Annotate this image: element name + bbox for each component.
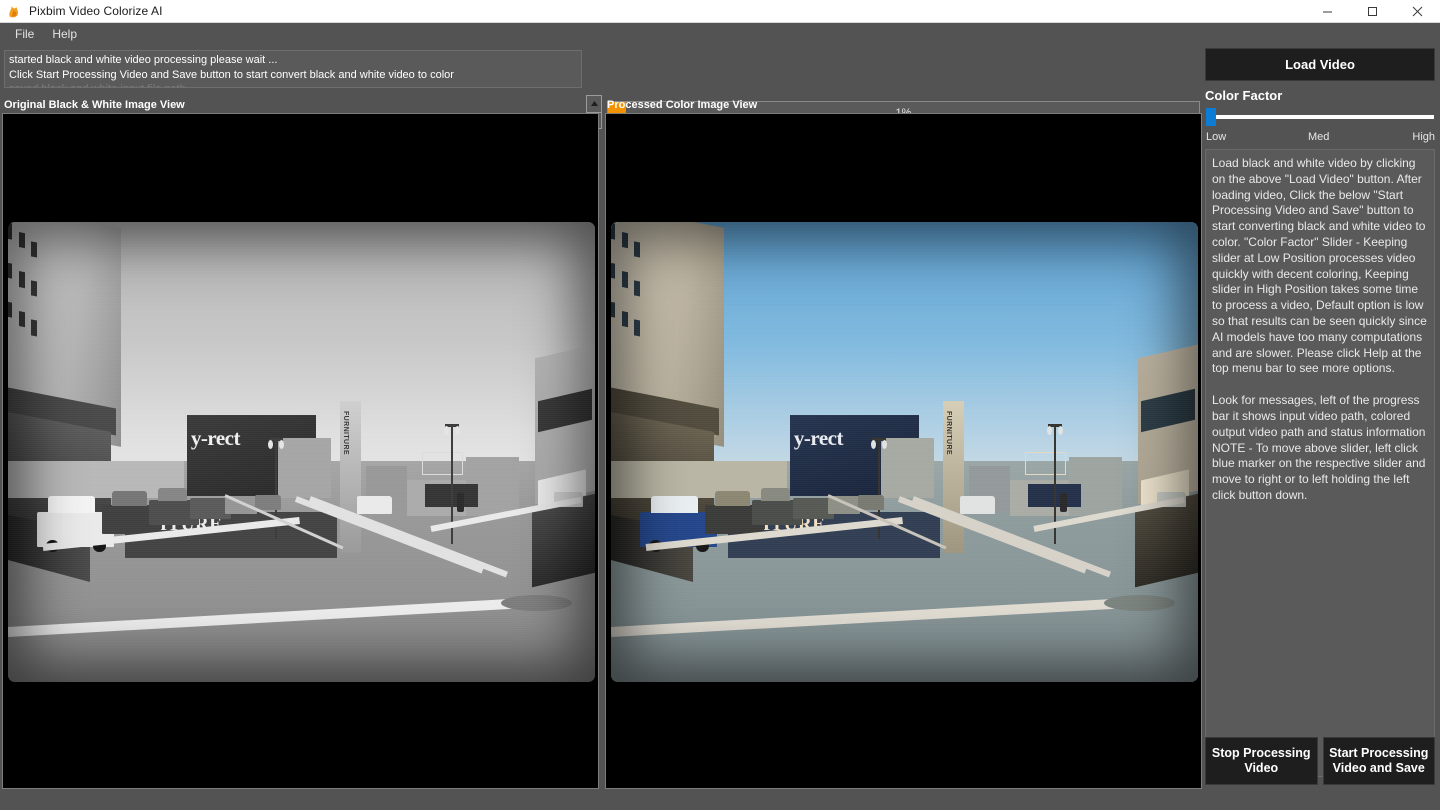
right-building-block (437, 343, 595, 589)
window-titlebar: Pixbim Video Colorize AI (0, 0, 1440, 23)
control-panel: Load Video Color Factor Low Med High Loa… (1200, 45, 1440, 795)
original-photo: y-rect RNITURE FURNITURE (8, 222, 595, 682)
minimize-icon[interactable] (1305, 0, 1350, 23)
pedestrian (457, 493, 464, 512)
processed-photo: y-rect RNITURE FURNITURE (611, 222, 1198, 682)
spin-up-icon[interactable] (586, 95, 602, 112)
start-processing-button[interactable]: Start Processing Video and Save (1322, 737, 1435, 785)
car-roof (112, 490, 147, 507)
road-patch (501, 594, 572, 611)
maximize-icon[interactable] (1350, 0, 1395, 23)
window (611, 222, 616, 240)
window (30, 240, 37, 258)
processing-buttons: Stop Processing Video Start Processing V… (1205, 737, 1435, 785)
menu-item-file[interactable]: File (6, 25, 43, 43)
window (633, 280, 640, 297)
car-roof (651, 495, 699, 514)
status-log[interactable]: started black and white video processing… (4, 50, 582, 88)
window (18, 231, 25, 249)
billboard-text: y-rect (793, 426, 844, 451)
window (611, 301, 616, 319)
window (18, 310, 25, 328)
window (30, 280, 37, 297)
parked-car (357, 495, 393, 515)
stop-processing-button[interactable]: Stop Processing Video (1205, 737, 1318, 785)
car-roof (760, 488, 790, 502)
log-line: Click Start Processing Video and Save bu… (9, 68, 454, 81)
car-roof (48, 495, 96, 514)
street-scene-bw: y-rect RNITURE FURNITURE (8, 222, 595, 682)
color-factor-title: Color Factor (1205, 88, 1283, 103)
help-paragraph: Look for messages, left of the progress … (1212, 393, 1426, 502)
distant-building (881, 438, 934, 498)
window (621, 310, 628, 328)
window-controls (1305, 0, 1440, 23)
original-image-view[interactable]: y-rect RNITURE FURNITURE (2, 113, 599, 789)
slider-tick-high: High (1412, 131, 1435, 143)
help-text-box: Load black and white video by clicking o… (1205, 149, 1435, 777)
window (633, 240, 640, 258)
original-view-label: Original Black & White Image View (4, 99, 185, 111)
pedestrian (1060, 493, 1067, 512)
color-factor-slider[interactable] (1206, 108, 1434, 126)
window (621, 231, 628, 249)
processed-view-label: Processed Color Image View (607, 99, 758, 111)
window (8, 222, 13, 240)
window (621, 271, 628, 288)
right-building-block (1040, 343, 1198, 589)
window (8, 262, 13, 279)
log-line: started black and white video processing… (9, 54, 278, 66)
car-roof (157, 488, 187, 502)
parked-car (857, 495, 884, 510)
help-paragraph: Load black and white video by clicking o… (1212, 156, 1427, 376)
window (8, 301, 13, 319)
parked-car (254, 495, 281, 510)
pixbim-flame-icon (6, 3, 22, 19)
processed-image-view[interactable]: y-rect RNITURE FURNITURE (605, 113, 1202, 789)
color-factor-slider-thumb[interactable] (1206, 108, 1216, 126)
slider-tick-med: Med (1308, 131, 1330, 143)
distant-building (278, 438, 331, 498)
window (18, 271, 25, 288)
menu-item-help[interactable]: Help (43, 25, 86, 43)
load-video-button[interactable]: Load Video (1205, 48, 1435, 81)
menubar: File Help (0, 23, 1440, 45)
blade-sign-text: FURNITURE (944, 410, 952, 455)
parked-car (960, 495, 996, 515)
window (633, 319, 640, 337)
slider-tick-low: Low (1206, 131, 1227, 143)
road-patch (1104, 594, 1175, 611)
help-spacer (1212, 377, 1428, 393)
billboard-text: y-rect (190, 426, 241, 451)
street-scene-color: y-rect RNITURE FURNITURE (611, 222, 1198, 682)
close-icon[interactable] (1395, 0, 1440, 23)
window-title: Pixbim Video Colorize AI (29, 4, 163, 18)
log-line: saved black and white input file path...… (9, 82, 577, 87)
window (611, 262, 616, 279)
car-roof (715, 490, 750, 507)
window (30, 319, 37, 337)
blade-sign-text: FURNITURE (341, 410, 349, 455)
